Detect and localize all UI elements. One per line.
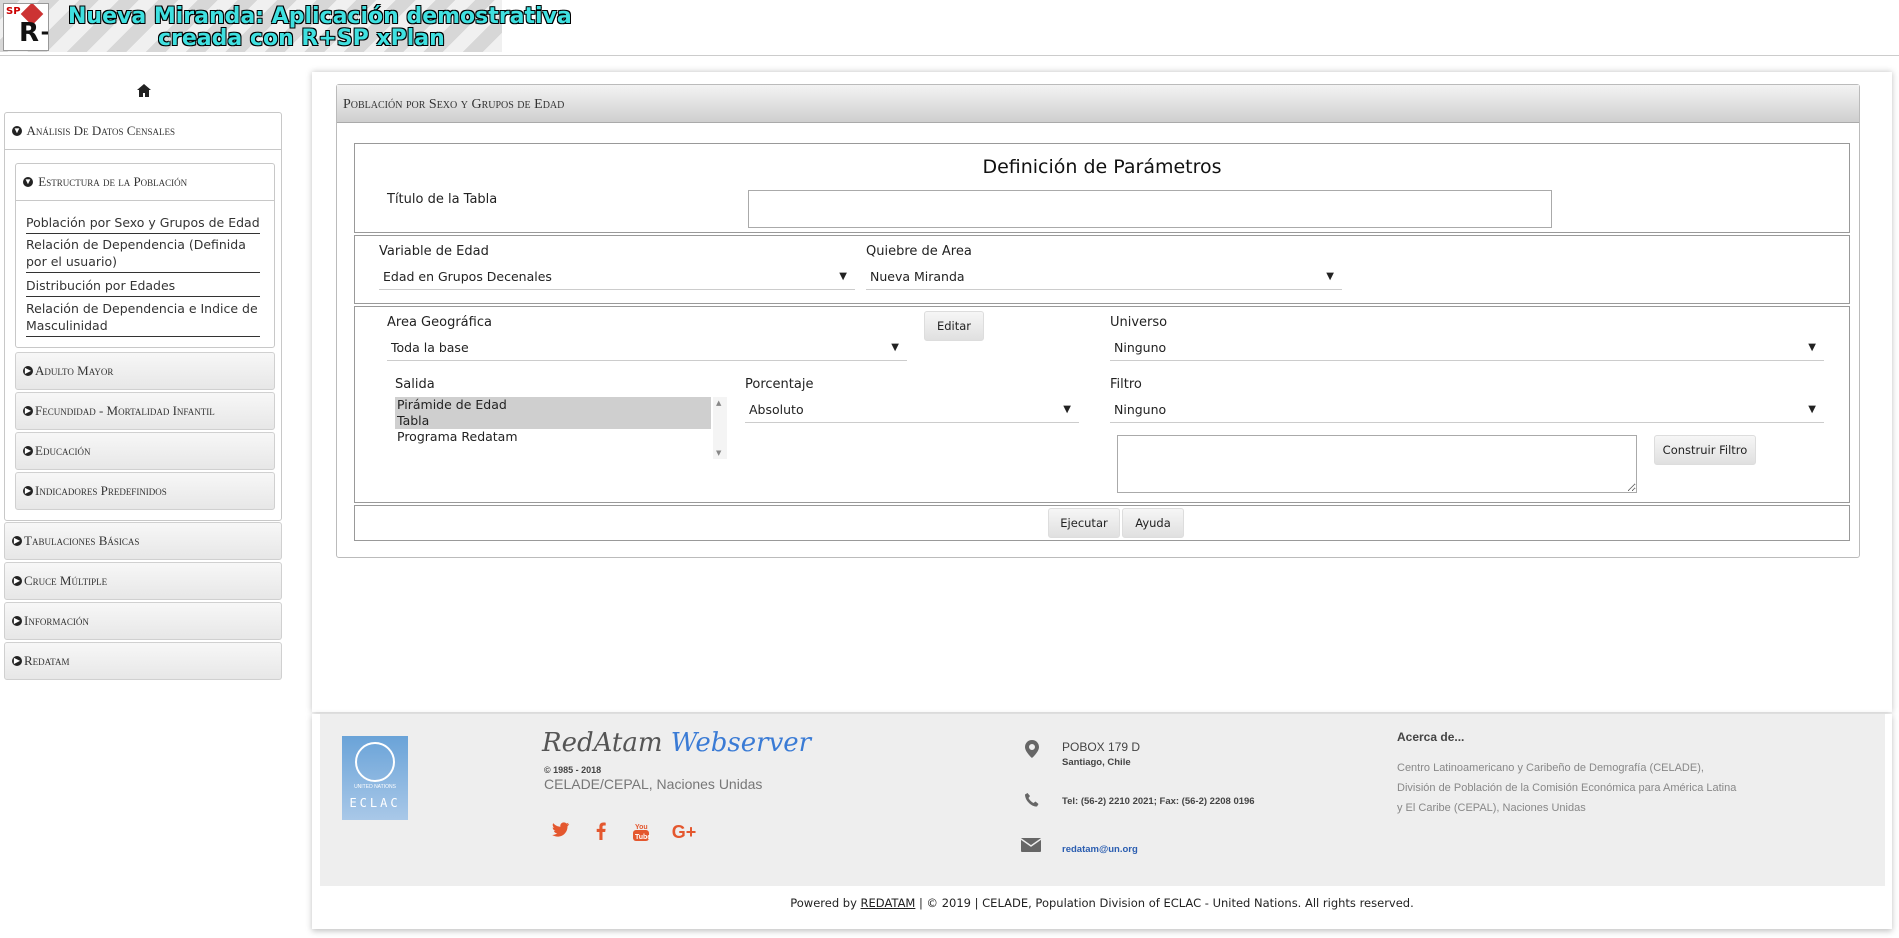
salida-option-programa[interactable]: Programa Redatam — [395, 429, 727, 445]
envelope-icon — [1020, 838, 1042, 857]
subsection-estructura-poblacion: ▼ Estructura de la Población Población p… — [15, 163, 275, 348]
email-link[interactable]: redatam@un.org — [1062, 844, 1138, 855]
actions-box: Ejecutar Ayuda — [354, 505, 1850, 541]
facebook-icon[interactable] — [590, 822, 612, 845]
rsp-logo: SP R+ — [3, 3, 49, 51]
link-relacion-dependencia-masculinidad[interactable]: Relación de Dependencia e Indice de Masc… — [26, 300, 260, 337]
subsection-educacion[interactable]: ▶ Educación — [15, 432, 275, 470]
footer-org: CELADE/CEPAL, Naciones Unidas — [544, 776, 763, 792]
subsection-adulto-mayor[interactable]: ▶ Adulto Mayor — [15, 352, 275, 390]
home-icon[interactable] — [136, 84, 152, 98]
phone-fax: Tel: (56-2) 2210 2021; Fax: (56-2) 2208 … — [1062, 796, 1255, 807]
filtro-label: Filtro — [1110, 377, 1142, 392]
about-text: Centro Latinoamericano y Caribeño de Dem… — [1397, 762, 1737, 814]
salida-listbox[interactable]: Pirámide de Edad Tabla Programa Redatam … — [395, 397, 727, 459]
universo-select[interactable]: Ninguno ▼ — [1110, 335, 1824, 361]
arrow-circle-down-icon: ▼ — [23, 177, 33, 188]
map-marker-icon — [1022, 740, 1042, 763]
sidebar: ▼ Análisis De Datos Censales ▼ Estructur… — [0, 80, 290, 780]
listbox-scrollbar[interactable]: ▲ ▼ — [713, 397, 727, 459]
section-cruce-multiple[interactable]: ▶ Cruce Múltiple — [4, 562, 282, 600]
table-title-label: Título de la Tabla — [387, 192, 498, 207]
youtube-icon[interactable]: You Tube — [630, 822, 652, 847]
address-line1: POBOX 179 D — [1062, 740, 1141, 754]
ayuda-button[interactable]: Ayuda — [1122, 508, 1184, 538]
footer-years: © 1985 - 2018 — [544, 765, 602, 775]
porcentaje-label: Porcentaje — [745, 377, 814, 392]
address-line2: Santiago, Chile — [1062, 757, 1131, 768]
copyright: Powered by REDATAM | © 2019 | CELADE, Po… — [790, 896, 1414, 910]
link-relacion-dependencia-usuario[interactable]: Relación de Dependencia (Definida por el… — [26, 236, 260, 273]
dropdown-arrow-icon: ▼ — [891, 342, 899, 353]
subsection-fecundidad[interactable]: ▶ Fecundidad - Mortalidad Infantil — [15, 392, 275, 430]
dropdown-arrow-icon: ▼ — [839, 271, 847, 282]
table-title-input[interactable] — [748, 190, 1552, 228]
section-informacion[interactable]: ▶ Información — [4, 602, 282, 640]
app-title-line2: creada con R+SP xPlan — [158, 26, 445, 51]
filtro-textarea[interactable] — [1117, 435, 1637, 493]
section-redatam[interactable]: ▶ Redatam — [4, 642, 282, 680]
salida-option-piramide[interactable]: Pirámide de Edad — [395, 397, 711, 413]
arrow-circle-right-icon: ▶ — [23, 446, 33, 457]
porcentaje-select[interactable]: Absoluto ▼ — [745, 397, 1079, 423]
title-box: Definición de Parámetros Título de la Ta… — [354, 143, 1850, 233]
svg-text:Tube: Tube — [635, 834, 650, 841]
about-title: Acerca de... — [1397, 730, 1465, 744]
section-tabulaciones-basicas[interactable]: ▶ Tabulaciones Básicas — [4, 522, 282, 560]
phone-icon — [1022, 792, 1042, 813]
app-header: SP R+ Nueva Miranda: Aplicación demostra… — [0, 0, 1899, 56]
link-poblacion-sexo-edad[interactable]: Población por Sexo y Grupos de Edad — [26, 214, 260, 234]
arrow-circle-right-icon: ▶ — [12, 616, 22, 627]
arrow-circle-right-icon: ▶ — [12, 656, 22, 667]
dropdown-arrow-icon: ▼ — [1808, 404, 1816, 415]
variable-edad-label: Variable de Edad — [379, 244, 489, 259]
dropdown-arrow-icon: ▼ — [1063, 404, 1071, 415]
google-plus-icon[interactable]: G+ — [670, 822, 698, 843]
variable-edad-select[interactable]: Edad en Grupos Decenales ▼ — [379, 264, 855, 290]
subsection-header-estructura[interactable]: ▼ Estructura de la Población — [16, 164, 274, 201]
area-geografica-label: Area Geográfica — [387, 315, 492, 330]
footer-info: UNITED NATIONS ECLAC RedAtam Webserver ©… — [320, 714, 1885, 886]
filtro-select[interactable]: Ninguno ▼ — [1110, 397, 1824, 423]
construir-filtro-button[interactable]: Construir Filtro — [1654, 435, 1756, 465]
subsection-indicadores[interactable]: ▶ Indicadores Predefinidos — [15, 472, 275, 510]
eclac-logo: UNITED NATIONS ECLAC — [342, 736, 408, 820]
un-globe-icon — [355, 742, 395, 782]
link-distribucion-edades[interactable]: Distribución por Edades — [26, 277, 260, 297]
editar-button[interactable]: Editar — [924, 311, 984, 341]
universo-label: Universo — [1110, 315, 1168, 330]
params-title: Definición de Parámetros — [982, 156, 1222, 178]
header-banner: SP R+ Nueva Miranda: Aplicación demostra… — [0, 0, 572, 52]
section-header-analisis[interactable]: ▼ Análisis De Datos Censales — [5, 113, 281, 150]
arrow-circle-down-icon: ▼ — [12, 126, 22, 137]
quiebre-area-label: Quiebre de Area — [866, 244, 972, 259]
arrow-circle-right-icon: ▶ — [23, 366, 33, 377]
svg-text:You: You — [635, 824, 648, 831]
redatam-brand: RedAtam Webserver — [542, 728, 812, 758]
arrow-circle-right-icon: ▶ — [12, 576, 22, 587]
arrow-circle-right-icon: ▶ — [23, 406, 33, 417]
salida-option-tabla[interactable]: Tabla — [395, 413, 711, 429]
variables-box: Variable de Edad Edad en Grupos Decenale… — [354, 235, 1850, 304]
parameters-card: Población por Sexo y Grupos de Edad Defi… — [336, 84, 1860, 558]
twitter-icon[interactable] — [550, 822, 572, 843]
area-geografica-select[interactable]: Toda la base ▼ — [387, 335, 907, 361]
footer: UNITED NATIONS ECLAC RedAtam Webserver ©… — [312, 714, 1892, 929]
section-analisis-datos-censales: ▼ Análisis De Datos Censales ▼ Estructur… — [4, 112, 282, 521]
main-content: Población por Sexo y Grupos de Edad Defi… — [312, 72, 1892, 712]
arrow-circle-right-icon: ▶ — [23, 486, 33, 497]
dropdown-arrow-icon: ▼ — [1326, 271, 1334, 282]
panel-title: Población por Sexo y Grupos de Edad — [337, 85, 1859, 123]
salida-label: Salida — [395, 377, 435, 392]
ejecutar-button[interactable]: Ejecutar — [1048, 508, 1120, 538]
quiebre-area-select[interactable]: Nueva Miranda ▼ — [866, 264, 1342, 290]
dropdown-arrow-icon: ▼ — [1808, 342, 1816, 353]
redatam-link[interactable]: REDATAM — [861, 896, 916, 910]
filters-box: Area Geográfica Toda la base ▼ Editar Un… — [354, 306, 1850, 503]
arrow-circle-right-icon: ▶ — [12, 536, 22, 547]
